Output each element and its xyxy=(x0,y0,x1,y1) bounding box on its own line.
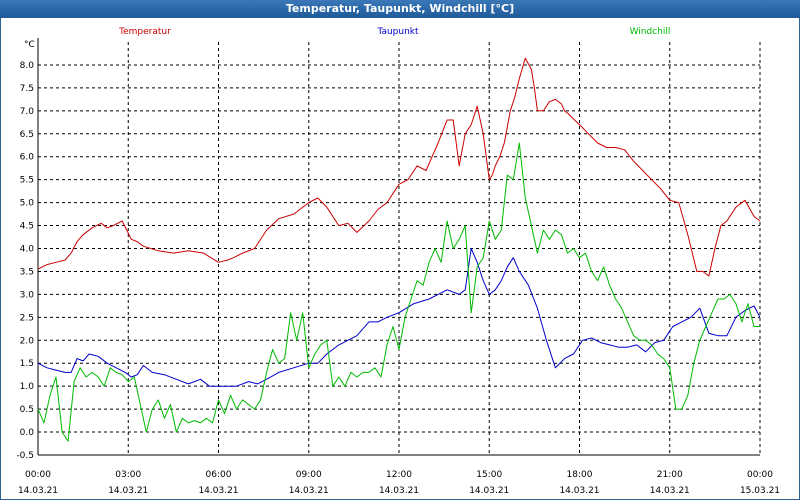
x-tick-time: 12:00 xyxy=(386,470,412,480)
y-tick-label: 6.5 xyxy=(20,130,34,140)
y-tick-label: 2.5 xyxy=(20,313,34,323)
x-tick-time: 00:00 xyxy=(25,470,51,480)
axes: -0.5 0.0 0.5 1.0 1.5 2.0 2.5 3.0 3.5 4.0 4.5 5.0 5.5… xyxy=(16,38,780,496)
y-tick-label: 3.5 xyxy=(20,267,34,277)
y-axis-unit: °C xyxy=(24,40,35,50)
y-tick-label: 7.5 xyxy=(20,84,34,94)
x-tick-date: 14.03.21 xyxy=(108,486,148,496)
x-tick-time: 18:00 xyxy=(567,470,593,480)
y-tick-label: 1.5 xyxy=(20,359,34,369)
y-tick-label: 6.0 xyxy=(20,153,35,163)
x-tick-time: 03:00 xyxy=(115,470,141,480)
x-tick-date: 14.03.21 xyxy=(198,486,238,496)
y-tick-label: 7.0 xyxy=(20,107,35,117)
y-tick-label: 0.5 xyxy=(20,405,34,415)
y-tick-label: 8.0 xyxy=(20,61,35,71)
x-tick-time: 15:00 xyxy=(476,470,502,480)
x-tick-date: 14.03.21 xyxy=(18,486,58,496)
x-tick-time: 09:00 xyxy=(296,470,322,480)
y-tick-label: -0.5 xyxy=(16,451,34,461)
x-tick-date: 15.03.21 xyxy=(740,486,780,496)
x-tick-time: 06:00 xyxy=(206,470,232,480)
line-chart: -0.5 0.0 0.5 1.0 1.5 2.0 2.5 3.0 3.5 4.0 4.5 5.0 5.5… xyxy=(16,27,780,496)
y-tick-label: 5.5 xyxy=(20,176,34,186)
x-tick-date: 14.03.21 xyxy=(559,486,599,496)
x-tick-time: 00:00 xyxy=(747,470,773,480)
x-tick-date: 14.03.21 xyxy=(650,486,690,496)
legend: Temperatur Taupunkt Windchill xyxy=(118,27,670,37)
y-tick-label: 1.0 xyxy=(20,382,35,392)
grid xyxy=(37,42,761,456)
y-tick-label: 0.0 xyxy=(20,428,35,438)
legend-taupunkt: Taupunkt xyxy=(376,27,419,37)
x-tick-date: 14.03.21 xyxy=(289,486,329,496)
x-tick-time: 21:00 xyxy=(657,470,683,480)
y-tick-label: 4.5 xyxy=(20,222,34,232)
legend-windchill: Windchill xyxy=(630,27,671,37)
y-tick-label: 4.0 xyxy=(20,245,35,255)
y-tick-label: 2.0 xyxy=(20,336,35,346)
x-tick-date: 14.03.21 xyxy=(469,486,509,496)
y-tick-label: 3.0 xyxy=(20,290,35,300)
y-tick-label: 5.0 xyxy=(20,199,35,209)
x-tick-date: 14.03.21 xyxy=(379,486,419,496)
legend-temperatur: Temperatur xyxy=(118,27,171,37)
